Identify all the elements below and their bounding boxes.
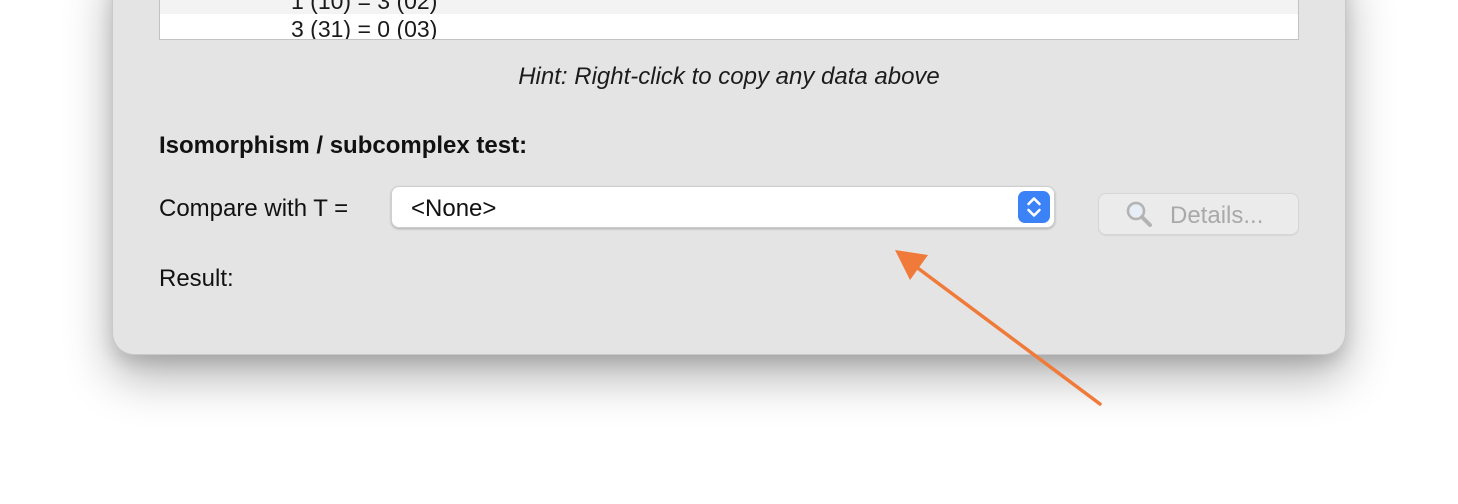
compare-label: Compare with T = <box>159 195 349 222</box>
data-list[interactable]: 1 (10) = 3 (02) 3 (31) = 0 (03) <box>159 0 1299 40</box>
list-item[interactable]: 1 (10) = 3 (02) <box>160 0 1298 14</box>
magnifying-glass-icon <box>1123 199 1157 236</box>
select-chevron-updown-icon[interactable] <box>1018 191 1050 223</box>
list-item-text: 1 (10) = 3 (02) <box>291 0 438 14</box>
compare-selected-value: <None> <box>411 195 497 222</box>
list-item-text: 3 (31) = 0 (03) <box>291 16 438 40</box>
screenshot-stage: 1 (10) = 3 (02) 3 (31) = 0 (03) Hint: Ri… <box>0 0 1458 504</box>
result-label: Result: <box>159 265 234 292</box>
compare-with-select[interactable]: <None> <box>391 186 1055 228</box>
details-button-label: Details... <box>1170 202 1264 229</box>
dialog-window: 1 (10) = 3 (02) 3 (31) = 0 (03) Hint: Ri… <box>112 0 1346 355</box>
list-item[interactable]: 3 (31) = 0 (03) <box>160 16 1298 40</box>
section-title: Isomorphism / subcomplex test: <box>159 132 528 159</box>
hint-text: Hint: Right-click to copy any data above <box>518 63 940 90</box>
details-button[interactable]: Details... <box>1098 193 1299 235</box>
